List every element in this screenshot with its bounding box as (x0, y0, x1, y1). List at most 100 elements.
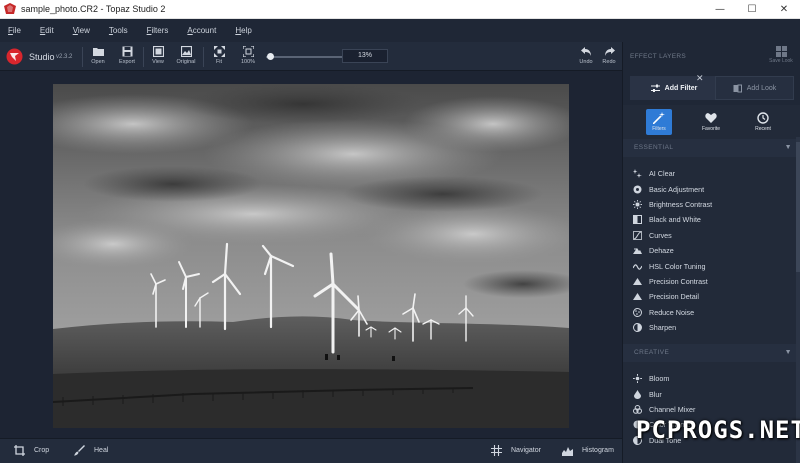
filter-source-tabs: Filters Favorite Recent (623, 105, 800, 137)
single-view-icon (152, 46, 164, 57)
folder-icon (92, 48, 104, 56)
panel-scroll-thumb[interactable] (796, 142, 800, 272)
bloom-sun-icon (633, 374, 642, 384)
haze-icon (633, 248, 642, 255)
heart-icon (705, 113, 717, 123)
save-look-button[interactable]: Save Look (767, 46, 795, 64)
menu-account[interactable]: Account (187, 26, 216, 35)
panel-header: EFFECT LAYERS Save Look (623, 42, 800, 71)
magic-wand-icon (653, 112, 665, 124)
topaz-logo-icon (6, 48, 23, 65)
curve-icon (633, 230, 642, 240)
filter-curves[interactable]: Curves (623, 228, 800, 243)
menu-filters[interactable]: Filters (147, 26, 169, 35)
minimize-button[interactable]: — (704, 0, 736, 19)
toolbar-divider (82, 47, 83, 67)
histogram-icon (562, 447, 573, 456)
app-version: v2.3.2 (56, 54, 73, 60)
sparkle-icon (633, 169, 642, 179)
sun-icon (633, 199, 642, 209)
clock-history-icon (757, 112, 769, 124)
crop-icon (14, 445, 25, 456)
wave-icon (633, 263, 642, 270)
close-panel-icon[interactable]: ✕ (696, 74, 704, 84)
histogram-button[interactable]: Histogram (562, 445, 614, 456)
original-button[interactable]: Original (173, 46, 199, 70)
menu-file[interactable]: File (8, 26, 21, 35)
photo-preview[interactable] (53, 84, 569, 428)
filter-precision-contrast[interactable]: Precision Contrast (623, 274, 800, 289)
filter-precision-detail[interactable]: Precision Detail (623, 289, 800, 304)
filter-reduce-noise[interactable]: Reduce Noise (623, 305, 800, 320)
tab-add-filter[interactable]: Add Filter (630, 76, 718, 100)
image-icon (180, 46, 192, 57)
menu-tools[interactable]: Tools (109, 26, 128, 35)
brush-icon (74, 445, 85, 456)
look-icon (733, 84, 742, 92)
crop-tool-button[interactable]: Crop (14, 445, 49, 456)
effect-layers-title: EFFECT LAYERS (630, 53, 687, 60)
filter-sharpen[interactable]: Sharpen (623, 320, 800, 335)
undo-arrow-icon (580, 47, 591, 56)
zoom-slider-track[interactable] (266, 56, 342, 58)
filter-basic-adjustment[interactable]: Basic Adjustment (623, 181, 800, 196)
save-grid-icon (775, 46, 787, 57)
filter-bloom[interactable]: Bloom (623, 371, 800, 386)
favorite-tab[interactable]: Favorite (698, 109, 724, 135)
panel-tabs: Add Filter Add Look (623, 71, 800, 105)
channels-icon (633, 404, 642, 414)
menu-bar: File Edit View Tools Filters Account Hel… (0, 19, 800, 42)
recent-tab[interactable]: Recent (750, 109, 776, 135)
window-title-bar: sample_photo.CR2 - Topaz Studio 2 — ☐ ✕ (0, 0, 800, 19)
actual-size-icon (242, 46, 254, 57)
export-button[interactable]: Export (114, 46, 140, 70)
menu-view[interactable]: View (73, 26, 90, 35)
navigator-button[interactable]: Navigator (491, 445, 541, 456)
watermark-text: PCPROGS.NET (636, 416, 800, 444)
heal-tool-button[interactable]: Heal (74, 445, 108, 456)
tab-add-look[interactable]: Add Look (715, 76, 794, 100)
aperture-icon (633, 185, 642, 194)
topaz-app-icon (4, 3, 16, 14)
grid-hash-icon (491, 445, 502, 456)
close-window-button[interactable]: ✕ (768, 0, 800, 19)
menu-edit[interactable]: Edit (40, 26, 54, 35)
menu-help[interactable]: Help (235, 26, 251, 35)
toolbar-divider (143, 47, 144, 67)
filter-channel-mixer[interactable]: Channel Mixer (623, 402, 800, 417)
creative-section-header[interactable]: CREATIVE ▼ (623, 344, 800, 362)
half-square-icon (633, 215, 642, 225)
essential-section-header[interactable]: ESSENTIAL ▼ (623, 139, 800, 157)
save-disk-icon (122, 46, 132, 57)
filter-ai-clear[interactable]: AI Clear (623, 166, 800, 181)
zoom-slider-handle[interactable] (267, 53, 274, 60)
view-button[interactable]: View (145, 46, 171, 70)
maximize-button[interactable]: ☐ (736, 0, 768, 19)
effect-layers-panel: EFFECT LAYERS Save Look Add Filter Add L… (622, 42, 800, 463)
filter-blur[interactable]: Blur (623, 386, 800, 401)
mountain-icon (633, 277, 642, 285)
app-name: Studio (29, 52, 55, 62)
noise-dots-icon (633, 307, 642, 317)
zoom-value-field[interactable]: 13% (342, 49, 388, 63)
chevron-down-icon: ▼ (784, 349, 792, 356)
mountain-icon (633, 293, 642, 301)
chevron-down-icon: ▼ (784, 144, 792, 151)
contrast-circle-icon (633, 323, 642, 333)
redo-arrow-icon (604, 47, 615, 56)
redo-button[interactable]: Redo (596, 46, 622, 70)
drop-icon (634, 389, 641, 399)
filter-black-and-white[interactable]: Black and White (623, 212, 800, 227)
filter-dehaze[interactable]: Dehaze (623, 243, 800, 258)
toolbar-divider (203, 47, 204, 67)
bottom-toolbar: Crop Heal Navigator Histogram (0, 438, 622, 463)
window-title: sample_photo.CR2 - Topaz Studio 2 (21, 4, 166, 14)
essential-filter-list: AI Clear Basic Adjustment Brightness Con… (623, 166, 800, 335)
filter-hsl-color-tuning[interactable]: HSL Color Tuning (623, 258, 800, 273)
fit-button[interactable]: Fit (206, 46, 232, 70)
open-button[interactable]: Open (85, 46, 111, 70)
filter-brightness-contrast[interactable]: Brightness Contrast (623, 197, 800, 212)
filters-tab[interactable]: Filters (646, 109, 672, 135)
fit-arrows-icon (213, 46, 225, 57)
zoom-100-button[interactable]: 100% (235, 46, 261, 70)
